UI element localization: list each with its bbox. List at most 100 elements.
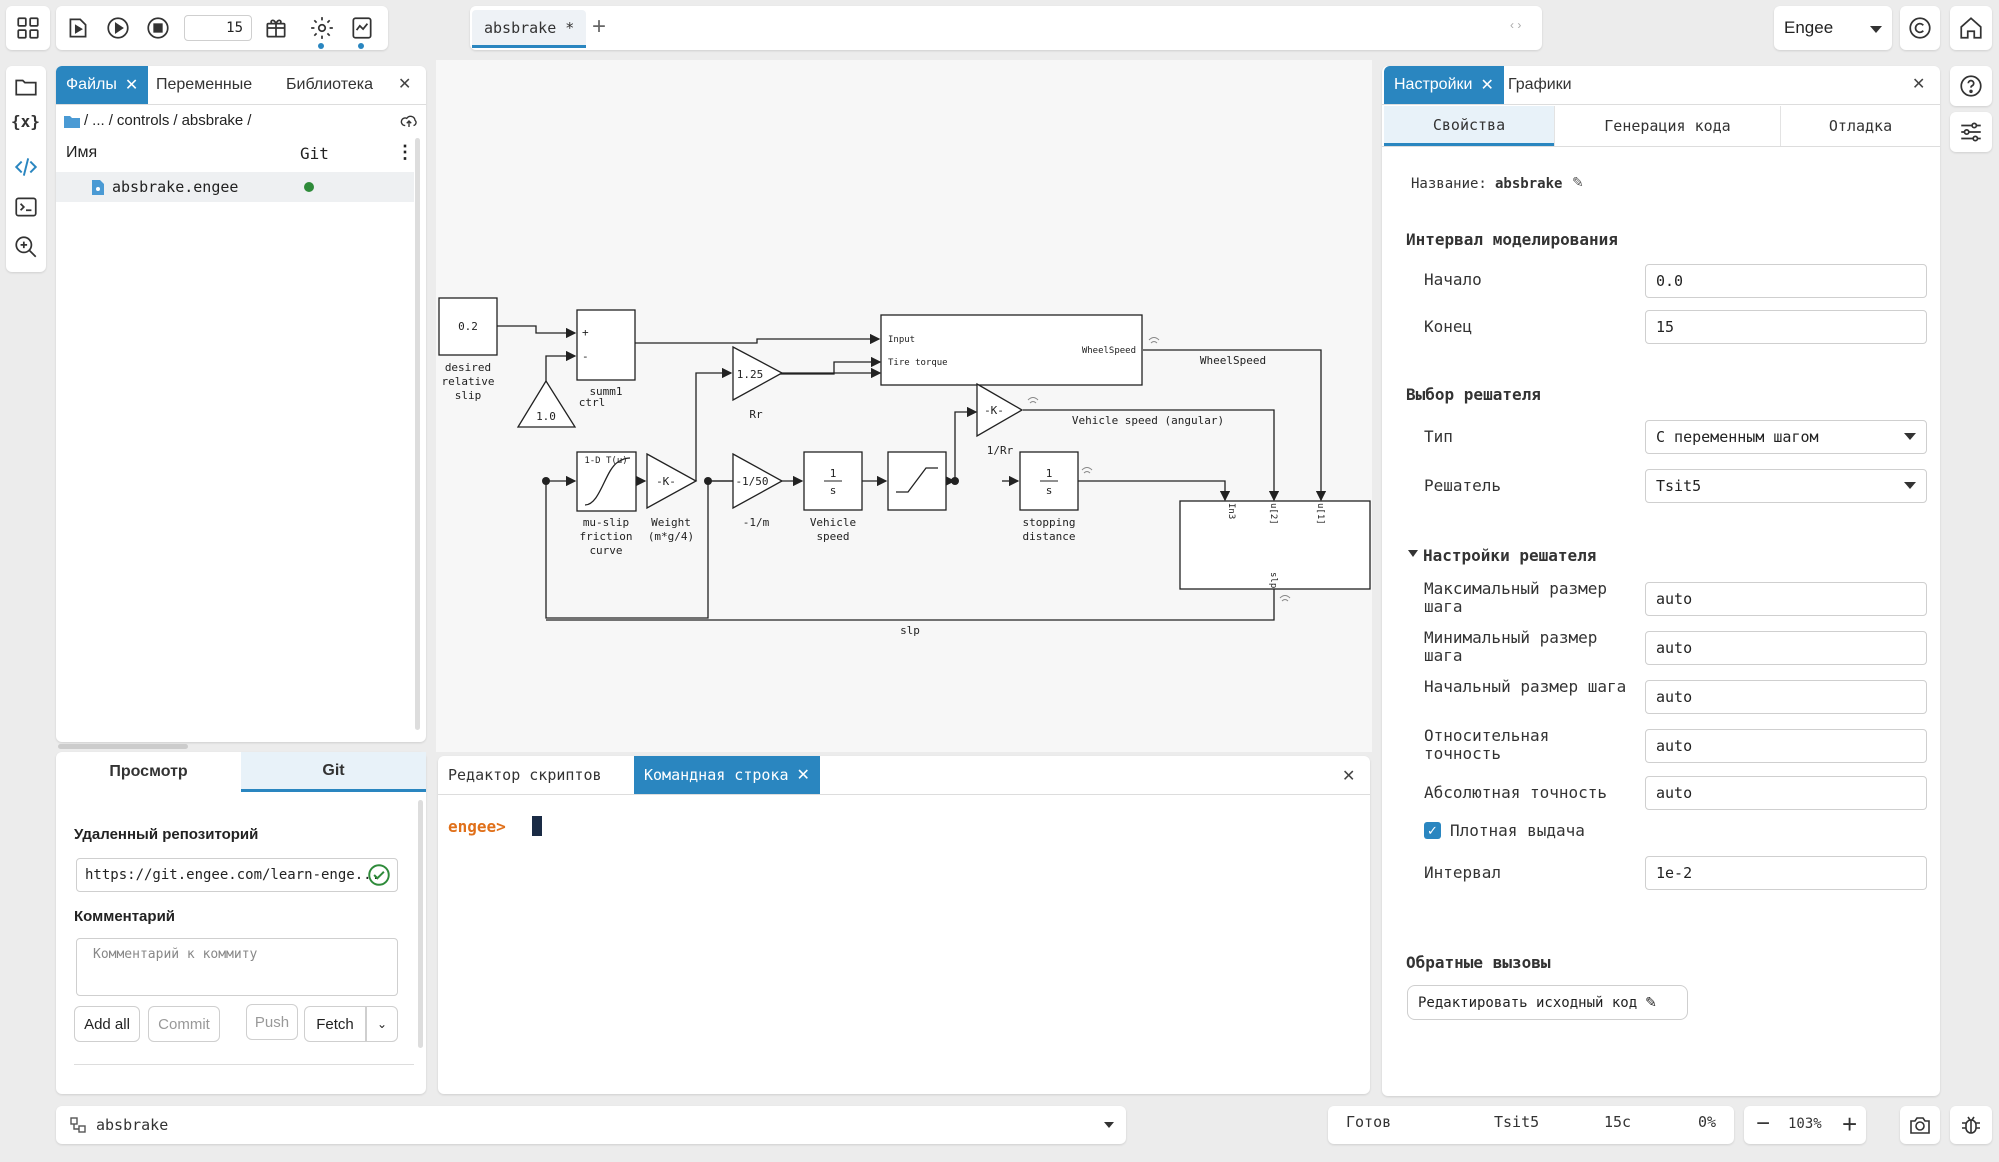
section-solver-settings[interactable]: Настройки решателя [1423,546,1596,565]
tab-plots-label: Графики [1508,76,1572,93]
add-all-button[interactable]: Add all [74,1006,140,1042]
breadcrumb-item[interactable]: ... [92,112,105,129]
section-solver: Выбор решателя [1406,385,1541,404]
folder-icon[interactable] [13,74,39,100]
folder-icon [64,115,80,128]
scrollbar[interactable] [415,138,420,730]
text-cursor[interactable] [532,816,542,836]
comment-field[interactable]: Комментарий к коммиту [76,938,398,996]
fetch-menu-button[interactable]: ⌄ [366,1006,398,1042]
tab-variables[interactable]: Переменные [146,66,262,104]
subtab-properties[interactable]: Свойства [1384,106,1554,146]
stop-icon[interactable] [138,8,178,48]
fetch-button[interactable]: Fetch [304,1006,366,1042]
gain-value: 1.0 [536,410,556,423]
tab-git[interactable]: Git [241,752,426,792]
more-vert-icon[interactable]: ⋮ [396,143,414,161]
comment-placeholder: Комментарий к коммиту [93,947,258,962]
copyright-button[interactable] [1900,6,1940,50]
tab-plots[interactable]: Графики [1498,66,1582,104]
solver-select[interactable]: Tsit5 [1645,469,1927,503]
subtab-debug[interactable]: Отладка [1780,106,1940,146]
block-label: speed [816,530,849,543]
home-button[interactable] [1950,6,1992,50]
variables-icon[interactable]: {x} [11,112,40,131]
tab-settings[interactable]: Настройки ✕ [1384,66,1504,104]
debug-button[interactable] [1950,1106,1992,1144]
tab-preview[interactable]: Просмотр [56,752,241,792]
min-step-field[interactable]: auto [1645,631,1927,665]
apps-grid-icon[interactable] [8,8,48,48]
caret-down-icon[interactable] [1408,550,1418,557]
subtab-codegen[interactable]: Генерация кода [1554,106,1780,146]
model-selector[interactable]: absbrake [56,1106,1126,1144]
divider [438,794,1370,795]
tab-command-line[interactable]: Командная строка ✕ [634,756,820,794]
breadcrumb-item[interactable]: controls [117,112,170,129]
divider [1382,146,1940,147]
end-field[interactable]: 15 [1645,310,1927,344]
col-name-header[interactable]: Имя [66,144,97,162]
zoom-out-icon[interactable]: − [1756,1110,1770,1138]
tab-library[interactable]: Библиотека [276,66,383,104]
gear-indicator [318,43,324,49]
h-scrollbar[interactable] [58,744,188,749]
breadcrumb-item[interactable]: absbrake [182,112,244,129]
terminal-icon[interactable] [13,194,39,220]
settings-gear-icon[interactable] [302,8,342,48]
commit-button[interactable]: Commit [148,1006,220,1042]
gain-value: 1.25 [737,368,764,381]
abs-tol-field[interactable]: auto [1645,776,1927,810]
scrollbar[interactable] [418,800,423,1048]
help-button[interactable] [1950,66,1992,106]
dense-output-checkbox[interactable]: ✓ [1424,822,1441,839]
remote-url-field[interactable]: https://git.engee.com/learn-enge... [76,858,398,892]
table-row[interactable]: absbrake.engee [56,172,414,202]
rel-tol-field[interactable]: auto [1645,729,1927,763]
sliders-button[interactable] [1950,112,1992,152]
collapse-arrows-icon[interactable]: ‹ › [1510,18,1521,32]
console-prompt: engee> [448,817,506,836]
close-icon[interactable]: ✕ [1342,766,1355,786]
col-git-header[interactable]: Git [300,144,329,163]
init-step-field[interactable]: auto [1645,680,1927,714]
min-step-label: Минимальный размер шага [1424,628,1598,665]
push-button[interactable]: Push [246,1004,298,1040]
snapshot-button[interactable] [1900,1106,1940,1144]
account-select[interactable]: Engee [1774,6,1892,50]
close-icon[interactable]: ✕ [125,75,138,95]
max-step-field[interactable]: auto [1645,582,1927,616]
tab-files[interactable]: Файлы ✕ [56,66,149,104]
monitor-icon[interactable] [342,8,382,48]
copyright-icon [1909,17,1931,39]
add-tab-icon[interactable]: + [592,14,606,40]
signal-icon [1027,397,1039,404]
close-icon[interactable]: ✕ [797,765,810,785]
close-icon[interactable]: ✕ [1912,74,1925,94]
block-diagram[interactable]: 0.2 desired relative slip + - summ1 ctrl… [436,60,1372,752]
tab-settings-label: Настройки [1394,76,1473,93]
model-tools-icon[interactable] [256,8,296,48]
code-icon[interactable] [13,154,39,180]
tab-script-editor[interactable]: Редактор скриптов [438,756,612,794]
block-label: curve [589,544,622,557]
integrator-den: s [830,484,837,497]
type-select[interactable]: С переменным шагом [1645,420,1927,454]
search-zoom-icon[interactable] [13,234,39,260]
console-panel: Редактор скриптов Командная строка ✕ ✕ en… [438,756,1370,1094]
model-icon [70,1117,86,1133]
start-field[interactable]: 0.0 [1645,264,1927,298]
step-input[interactable]: 15 [184,15,252,41]
file-tab[interactable]: absbrake * [472,10,587,48]
zoom-in-icon[interactable]: + [1842,1109,1857,1140]
interval-field[interactable]: 1e-2 [1645,856,1927,890]
pencil-icon[interactable]: ✎ [1572,174,1584,191]
close-icon[interactable]: ✕ [1480,75,1493,95]
cloud-upload-icon[interactable] [400,112,418,130]
play-icon[interactable] [98,8,138,48]
run-script-icon[interactable] [58,8,98,48]
help-icon [1960,75,1982,97]
edit-code-button[interactable]: Редактировать исходный код ✎ [1407,985,1688,1020]
close-icon[interactable]: ✕ [398,74,411,94]
diagram-canvas[interactable]: 0.2 desired relative slip + - summ1 ctrl… [436,60,1372,752]
